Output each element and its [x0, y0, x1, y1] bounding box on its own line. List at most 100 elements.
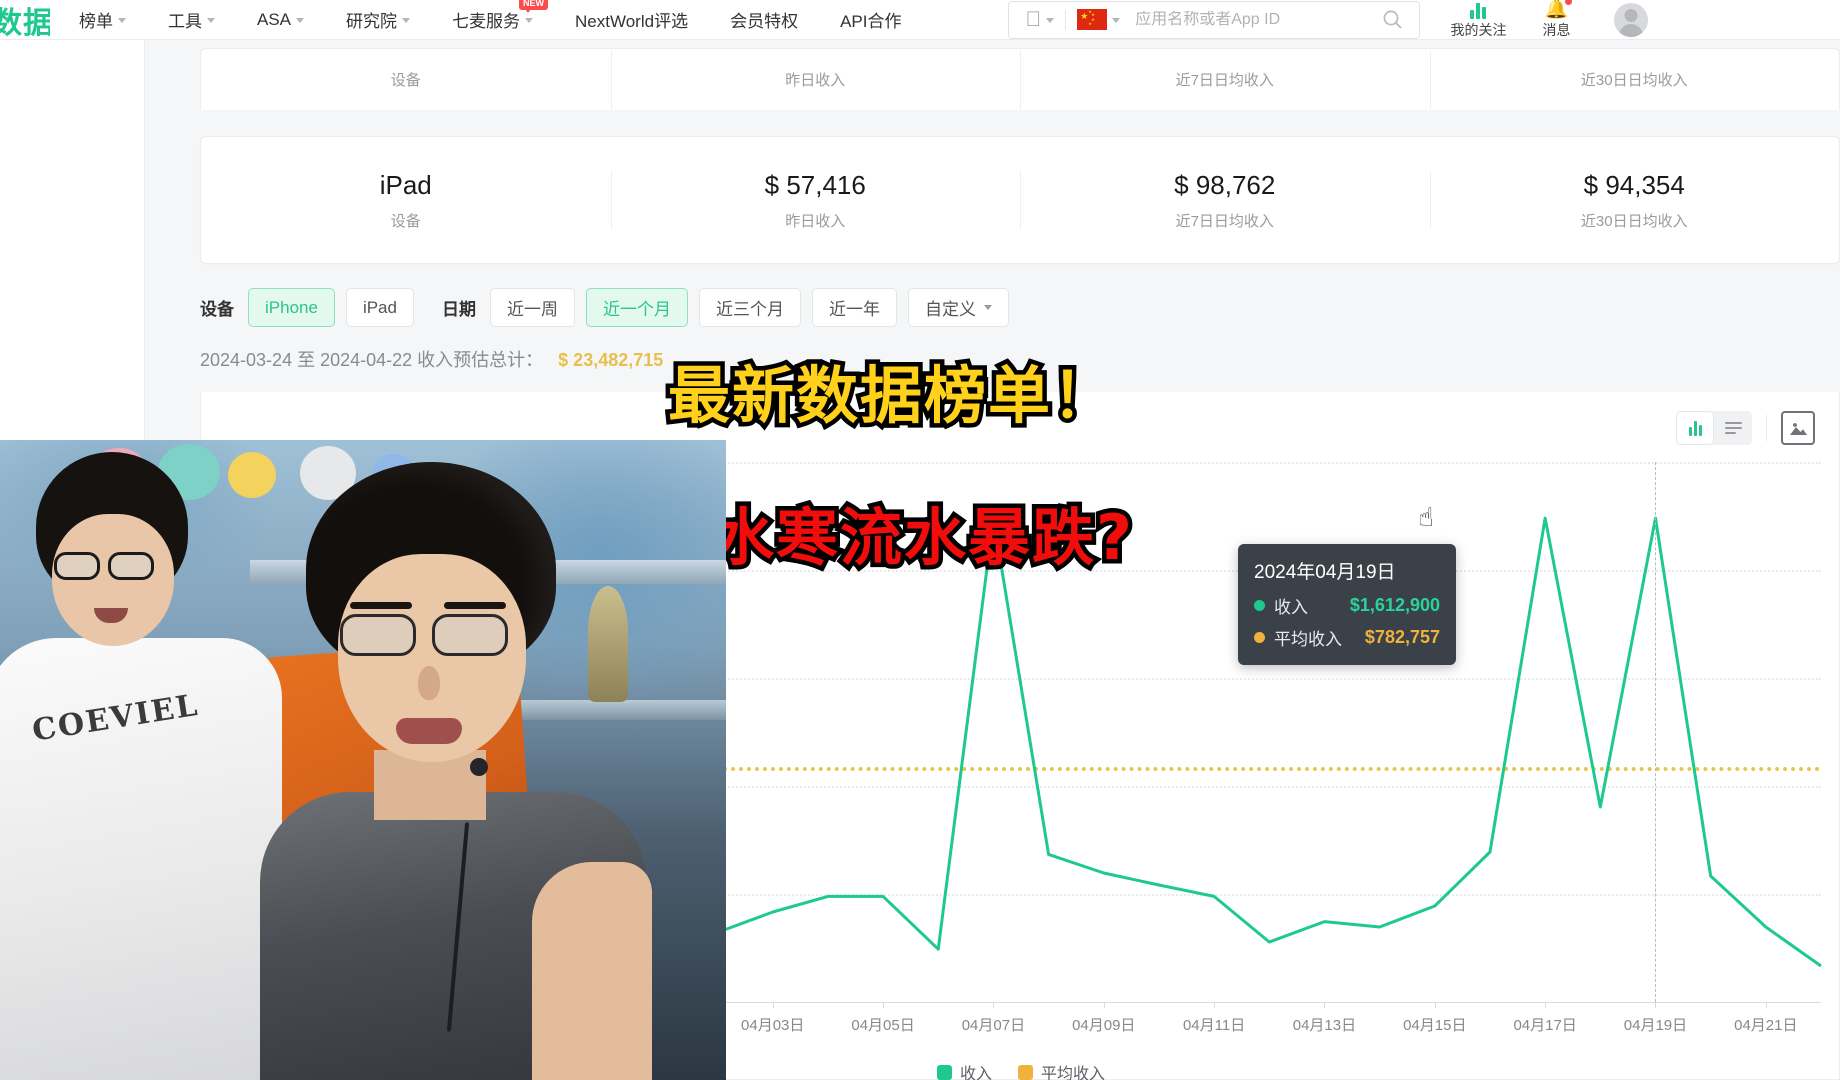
nav-item-7[interactable]: API合作	[819, 7, 922, 32]
chart-x-tick-label: 04月19日	[1623, 1017, 1688, 1034]
top-navigation-bar: 数据 榜单 工具 ASA 研究院 七麦服务 NEW NextWorld评选 会员特权 API合作…	[0, 0, 1840, 40]
person-left: COEVIEL	[0, 452, 282, 1080]
stats-cell: $ 94,354 近30日日均收入	[1430, 170, 1840, 231]
stats-cell-label: 近7日日均收入	[1175, 212, 1274, 230]
platform-selector[interactable]: 	[1009, 9, 1065, 30]
tooltip-row-average: 平均收入 $782,757	[1254, 625, 1440, 650]
pointing-hand-cursor: ☝	[1418, 502, 1434, 532]
chart-x-tick	[1545, 1002, 1547, 1008]
chart-x-tick-label: 04月05日	[851, 1017, 915, 1034]
date-filter-three-months[interactable]: 近三个月	[698, 288, 801, 327]
device-filter-label: 设备	[200, 300, 234, 319]
nav-item-6[interactable]: 会员特权	[709, 7, 819, 32]
nav-item-label: NextWorld评选	[575, 12, 689, 31]
revenue-summary-text: 2024-03-24 至 2024-04-22 收入预估总计：	[200, 350, 544, 370]
tooltip-revenue-label: 收入	[1274, 598, 1308, 617]
chart-x-tick-label: 04月07日	[961, 1017, 1026, 1034]
chart-x-tick	[1765, 1002, 1767, 1008]
chart-x-tick-label: 04月11日	[1182, 1017, 1246, 1034]
chart-x-tick	[772, 1002, 774, 1008]
nav-item-label: 榜单	[79, 12, 113, 31]
china-flag-icon: ★ ★ ★ ★ ★	[1077, 9, 1108, 30]
chart-view-button[interactable]	[1676, 411, 1714, 445]
chart-toolbar	[1676, 411, 1815, 445]
filter-bar: 设备 iPhone iPad 日期 近一周 近一个月 近三个月 近一年 自定义	[200, 288, 1009, 327]
chart-legend-item[interactable]: 平均收入	[1018, 1060, 1105, 1080]
nav-messages[interactable]: 🔔 消息	[1528, 0, 1584, 40]
stats-header-cell: 近30日日均收入	[1430, 69, 1840, 90]
overlay-headline-yellow: 最新数据榜单！	[663, 355, 1118, 437]
search-button[interactable]	[1366, 9, 1419, 30]
date-filter-label: 日期	[441, 300, 476, 319]
stats-header-label: 设备	[390, 72, 421, 89]
chart-x-tick	[1103, 1002, 1105, 1008]
nav-item-2[interactable]: ASA	[236, 10, 325, 30]
chevron-down-icon	[525, 18, 534, 23]
nav-my-follow[interactable]: 我的关注	[1450, 0, 1506, 40]
nav-item-label: 七麦服务	[452, 12, 521, 31]
date-filter-custom[interactable]: 自定义	[907, 288, 1009, 327]
person-right-glasses	[340, 614, 530, 658]
nav-item-0[interactable]: 榜单	[58, 7, 147, 32]
nav-item-4[interactable]: 七麦服务 NEW	[431, 0, 554, 32]
nav-item-1[interactable]: 工具	[147, 7, 236, 32]
stats-cell-label: 昨日收入	[785, 212, 846, 230]
avatar[interactable]	[1614, 2, 1649, 37]
series-dot-average	[1254, 632, 1265, 643]
stats-cell-label: 近30日日均收入	[1580, 212, 1688, 230]
region-selector[interactable]: ★ ★ ★ ★ ★	[1066, 9, 1131, 30]
stats-header-cell: 近7日日均收入	[1020, 69, 1430, 90]
tooltip-average-value: $782,757	[1364, 627, 1440, 647]
person-left-glasses	[52, 552, 174, 582]
stats-cell-value: iPad	[379, 169, 432, 200]
chart-x-tick-label: 04月09日	[1072, 1017, 1136, 1034]
legend-swatch	[936, 1064, 952, 1080]
search-input[interactable]	[1131, 10, 1367, 29]
list-view-button[interactable]	[1714, 411, 1752, 445]
stats-cell-value: $ 94,354	[1583, 169, 1685, 200]
nav-item-label: API合作	[840, 12, 902, 31]
chart-x-tick	[1655, 1002, 1657, 1008]
view-mode-toggle	[1676, 411, 1752, 445]
stats-table-header: 设备 昨日收入 近7日日均收入 近30日日均收入	[200, 48, 1840, 110]
chart-legend-item[interactable]: 收入	[936, 1060, 992, 1080]
nav-item-label: 研究院	[346, 12, 398, 31]
stats-header-label: 近7日日均收入	[1175, 72, 1274, 89]
nav-item-label: 会员特权	[730, 12, 799, 31]
chart-x-tick	[883, 1002, 885, 1008]
date-filter-custom-label: 自定义	[924, 300, 976, 319]
revenue-summary-total: $ 23,482,715	[558, 350, 664, 370]
chart-bar-icon	[1470, 2, 1487, 19]
global-search:  ★★ ★★★	[1008, 0, 1421, 39]
nav-item-5[interactable]: NextWorld评选	[554, 7, 709, 32]
chevron-down-icon	[207, 18, 215, 23]
chevron-down-icon	[1112, 18, 1121, 23]
date-filter-week[interactable]: 近一周	[489, 288, 575, 327]
image-export-icon	[1789, 422, 1807, 435]
chevron-down-icon	[296, 18, 305, 23]
tooltip-date: 2024年04月19日	[1254, 562, 1396, 583]
nav-item-label: ASA	[257, 9, 292, 29]
chart-x-tick	[1434, 1002, 1436, 1008]
bar-chart-icon	[1688, 420, 1702, 436]
tooltip-revenue-value: $1,612,900	[1349, 595, 1440, 615]
chart-x-tick-label: 04月15日	[1403, 1017, 1467, 1034]
device-filter-ipad[interactable]: iPad	[345, 288, 414, 327]
stats-header-label: 近30日日均收入	[1580, 72, 1688, 89]
tooltip-average-label: 平均收入	[1274, 630, 1342, 649]
chart-x-tick-label: 04月13日	[1292, 1017, 1357, 1034]
device-filter-iphone[interactable]: iPhone	[248, 288, 335, 327]
date-filter-month[interactable]: 近一个月	[585, 288, 688, 327]
legend-label: 收入	[959, 1066, 992, 1080]
site-logo[interactable]: 数据	[0, 0, 50, 42]
export-image-button[interactable]	[1781, 411, 1815, 445]
primary-nav: 榜单 工具 ASA 研究院 七麦服务 NEW NextWorld评选 会员特权 API合作	[58, 0, 922, 32]
date-filter-year[interactable]: 近一年	[811, 288, 897, 327]
chart-crosshair	[1655, 462, 1657, 1002]
revenue-summary: 2024-03-24 至 2024-04-22 收入预估总计： $ 23,482…	[200, 346, 663, 372]
apple-icon: 	[1025, 9, 1041, 30]
series-dot-revenue	[1254, 600, 1265, 611]
nav-item-3[interactable]: 研究院	[325, 7, 431, 32]
nav-messages-label: 消息	[1542, 22, 1571, 38]
person-right-eyebrow	[350, 602, 412, 609]
